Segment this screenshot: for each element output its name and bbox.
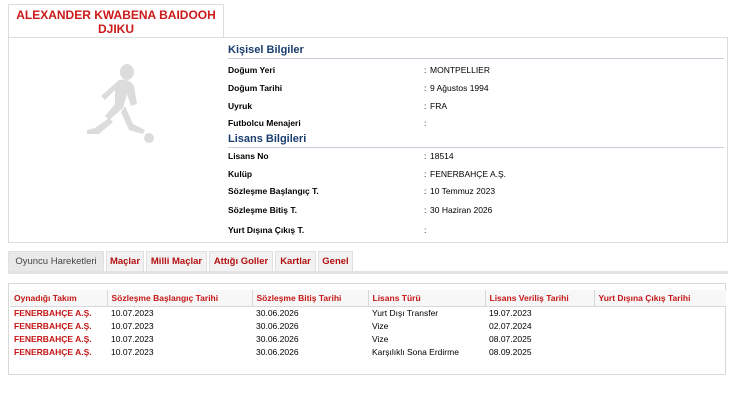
cell-license-issue-date: 08.09.2025 [489, 346, 532, 357]
tab-player-movements[interactable]: Oyuncu Hareketleri [8, 251, 104, 271]
info-separator: : [424, 205, 427, 215]
player-name-box: ALEXANDER KWABENA BAIDOOH DJIKU [8, 4, 224, 38]
info-label: Sözleşme Bitiş T. [228, 205, 297, 215]
table-row: FENERBAHÇE A.Ş. 10.07.2023 30.06.2026 Yu… [10, 306, 726, 319]
info-separator: : [424, 118, 427, 128]
header-abroad-exit-date: Yurt Dışına Çıkış Tarihi [593, 290, 726, 307]
info-row-contract-start: Sözleşme Başlangıç T. : 10 Temmuz 2023 [228, 184, 724, 198]
cell-contract-start: 10.07.2023 [111, 346, 154, 357]
info-label: Yurt Dışına Çıkış T. [228, 225, 305, 235]
cell-team: FENERBAHÇE A.Ş. [14, 320, 92, 331]
info-label: Lisans No [228, 151, 269, 161]
cell-license-issue-date: 19.07.2023 [489, 307, 532, 318]
cell-contract-start: 10.07.2023 [111, 307, 154, 318]
player-silhouette-icon [87, 64, 154, 143]
info-value: 10 Temmuz 2023 [430, 186, 496, 196]
info-row-nationality: Uyruk : FRA [228, 99, 724, 113]
info-row-club: Kulüp : FENERBAHÇE A.Ş. [228, 167, 724, 181]
info-label: Sözleşme Başlangıç T. [228, 186, 319, 196]
tab-national-matches[interactable]: Milli Maçlar [146, 251, 207, 271]
info-value: 18514 [430, 151, 454, 161]
cell-license-issue-date: 02.07.2024 [489, 320, 532, 331]
cell-contract-start: 10.07.2023 [111, 333, 154, 344]
info-value: FENERBAHÇE A.Ş. [430, 169, 507, 179]
cell-contract-end: 30.06.2026 [256, 320, 299, 331]
info-separator: : [424, 101, 427, 111]
info-value: 9 Ağustos 1994 [430, 83, 489, 93]
cell-abroad-exit-date [594, 332, 726, 345]
info-separator: : [424, 186, 427, 196]
cell-contract-end: 30.06.2026 [256, 333, 299, 344]
header-contract-start: Sözleşme Başlangıç Tarihi [106, 290, 252, 307]
info-row-birthplace: Doğum Yeri : MONTPELLIER [228, 63, 724, 77]
tab-general[interactable]: Genel [318, 251, 353, 271]
cell-contract-end: 30.06.2026 [256, 307, 299, 318]
info-label: Doğum Yeri [228, 65, 276, 75]
personal-info-title: Kişisel Bilgiler [228, 44, 304, 56]
info-label: Futbolcu Menajeri [228, 118, 301, 128]
cell-team: FENERBAHÇE A.Ş. [14, 346, 92, 357]
info-separator: : [424, 225, 427, 235]
header-license-type: Lisans Türü [367, 290, 485, 307]
info-row-contract-end: Sözleşme Bitiş T. : 30 Haziran 2026 [228, 203, 724, 217]
info-separator: : [424, 83, 427, 93]
cell-license-type: Karşılıklı Sona Erdirme [372, 346, 459, 357]
cell-contract-end: 30.06.2026 [256, 346, 299, 357]
tabs-underline [8, 271, 728, 274]
license-info-divider [228, 147, 724, 148]
info-row-license-no: Lisans No : 18514 [228, 149, 724, 163]
cell-license-issue-date: 08.07.2025 [489, 333, 532, 344]
info-row-birthdate: Doğum Tarihi : 9 Ağustos 1994 [228, 81, 724, 95]
info-value: MONTPELLIER [430, 65, 490, 75]
table-header-row: Oynadığı Takım Sözleşme Başlangıç Tarihi… [10, 290, 726, 307]
cell-abroad-exit-date [594, 306, 726, 319]
player-movements-table: Oynadığı Takım Sözleşme Başlangıç Tarihi… [10, 290, 726, 358]
player-profile-panel: Kişisel Bilgiler Doğum Yeri : MONTPELLIE… [8, 37, 728, 243]
info-label: Doğum Tarihi [228, 83, 283, 93]
tab-goals[interactable]: Attığı Goller [209, 251, 273, 271]
cell-team: FENERBAHÇE A.Ş. [14, 307, 92, 318]
cell-abroad-exit-date [594, 319, 726, 332]
tab-matches[interactable]: Maçlar [106, 251, 144, 271]
cell-license-type: Vize [372, 333, 389, 344]
cell-license-type: Yurt Dışı Transfer [372, 307, 439, 318]
personal-info-divider [228, 58, 724, 59]
player-name-line1: ALEXANDER KWABENA BAIDOOH [16, 8, 216, 22]
table-row: FENERBAHÇE A.Ş. 10.07.2023 30.06.2026 Ka… [10, 345, 726, 358]
cell-abroad-exit-date [594, 345, 726, 358]
info-row-agent: Futbolcu Menajeri : [228, 116, 724, 130]
license-info-title: Lisans Bilgileri [228, 133, 307, 145]
tab-cards[interactable]: Kartlar [275, 251, 316, 271]
cell-team: FENERBAHÇE A.Ş. [14, 333, 92, 344]
header-contract-end: Sözleşme Bitiş Tarihi [251, 290, 368, 307]
info-row-abroad-exit: Yurt Dışına Çıkış T. : [228, 223, 724, 237]
cell-license-type: Vize [372, 320, 389, 331]
table-row: FENERBAHÇE A.Ş. 10.07.2023 30.06.2026 Vi… [10, 319, 726, 332]
cell-contract-start: 10.07.2023 [111, 320, 154, 331]
info-separator: : [424, 65, 427, 75]
header-team: Oynadığı Takım [10, 290, 107, 307]
info-value: FRA [430, 101, 447, 111]
table-row: FENERBAHÇE A.Ş. 10.07.2023 30.06.2026 Vi… [10, 332, 726, 345]
header-license-issue-date: Lisans Veriliş Tarihi [484, 290, 594, 307]
player-name-line2: DJIKU [97, 22, 134, 36]
info-separator: : [424, 151, 427, 161]
info-value: 30 Haziran 2026 [430, 205, 493, 215]
info-separator: : [424, 169, 427, 179]
info-label: Kulüp [228, 169, 253, 179]
player-movements-panel: Oynadığı Takım Sözleşme Başlangıç Tarihi… [8, 283, 726, 375]
info-label: Uyruk [228, 101, 253, 111]
